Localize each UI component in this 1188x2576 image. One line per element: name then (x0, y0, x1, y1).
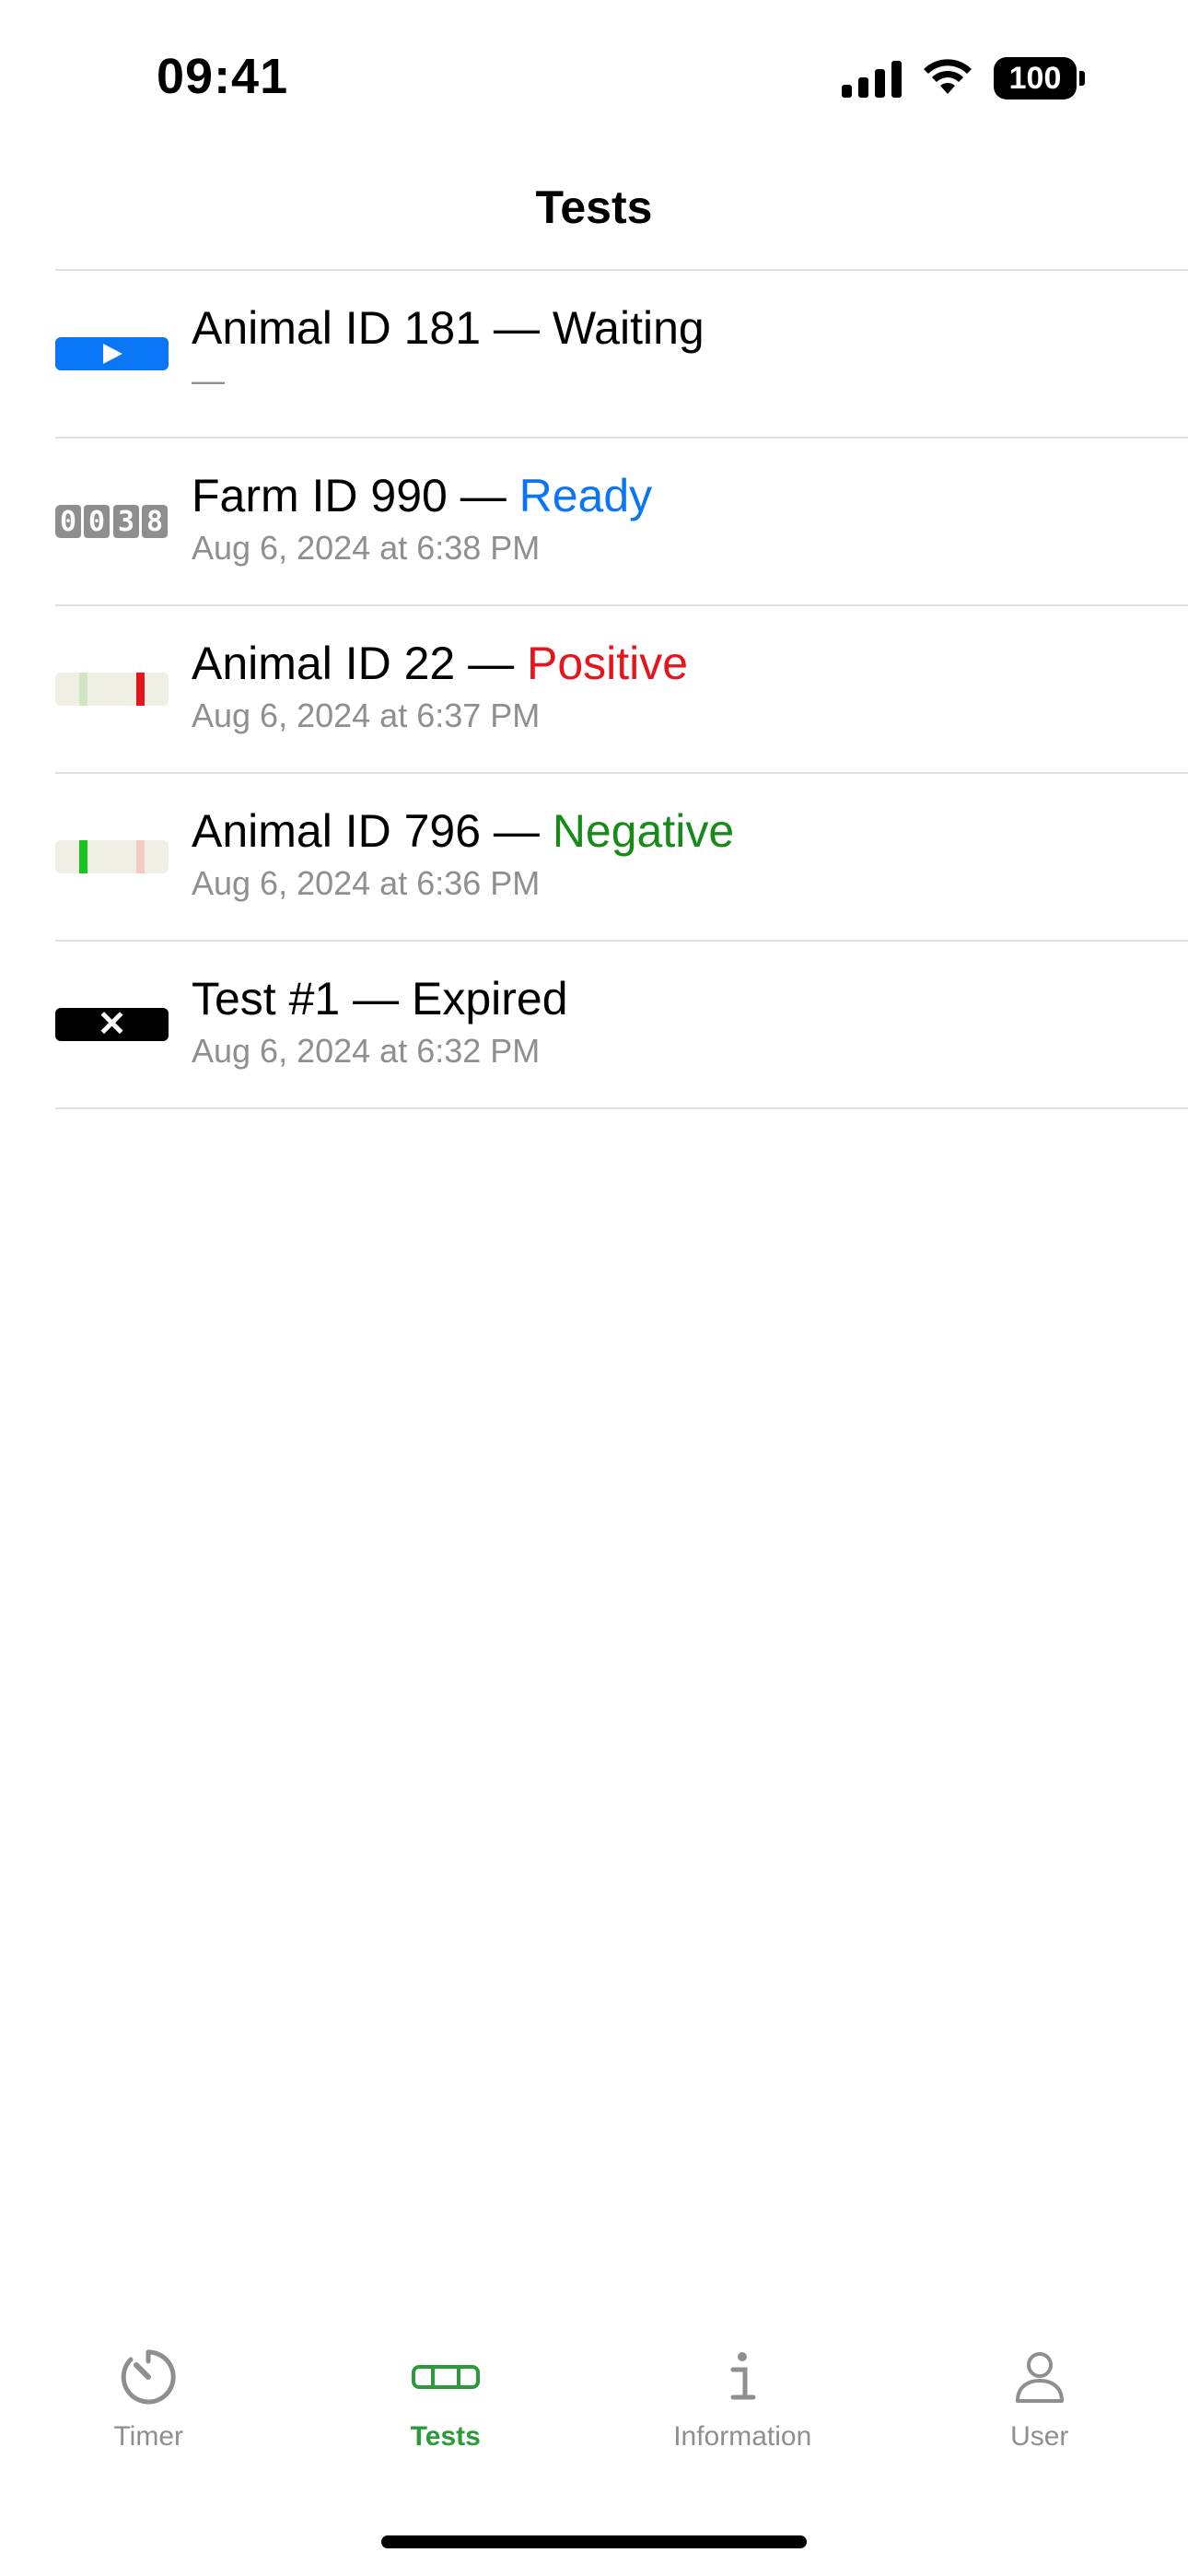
test-title: Animal ID 181 — Waiting (192, 302, 705, 354)
countdown-digit: 0 (55, 505, 81, 538)
test-title: Animal ID 22 — Positive (192, 638, 689, 689)
test-timestamp: — (192, 361, 225, 399)
tab-timer[interactable]: Timer (0, 2340, 297, 2488)
status-label: Waiting (552, 302, 705, 354)
list-item[interactable]: Animal ID 796 — Negative Aug 6, 2024 at … (55, 774, 1188, 942)
test-title: Test #1 — Expired (192, 973, 568, 1025)
tab-label: Information (673, 2421, 812, 2452)
page-title: Tests (535, 181, 653, 233)
test-timestamp: Aug 6, 2024 at 6:38 PM (192, 529, 541, 567)
tab-label: Timer (113, 2421, 184, 2452)
test-title: Farm ID 990 — Ready (192, 470, 653, 521)
person-icon (1014, 2340, 1066, 2414)
play-icon (55, 337, 169, 370)
status-label: Ready (518, 470, 653, 521)
list-item[interactable]: Animal ID 181 — Waiting — (55, 271, 1188, 439)
status-label: Positive (527, 638, 689, 689)
close-icon: ✕ (55, 1008, 169, 1041)
test-timestamp: Aug 6, 2024 at 6:37 PM (192, 697, 541, 734)
list-item[interactable]: 0 0 3 8 Farm ID 990 — Ready Aug 6, 2024 … (55, 439, 1188, 606)
countdown-digit: 0 (84, 505, 110, 538)
countdown-digit: 8 (142, 505, 168, 538)
wifi-icon (924, 59, 972, 94)
tests-list: Animal ID 181 — Waiting — 0 0 3 8 Farm I… (55, 269, 1188, 1109)
home-indicator[interactable] (381, 2535, 807, 2548)
battery-icon: 100 (994, 57, 1085, 100)
test-strip-negative-icon (55, 840, 169, 873)
tab-information[interactable]: Information (594, 2340, 891, 2488)
test-timestamp: Aug 6, 2024 at 6:36 PM (192, 864, 541, 902)
battery-level: 100 (994, 57, 1077, 100)
info-icon (724, 2340, 761, 2414)
tab-bar: Timer Tests Information User (0, 2340, 1188, 2488)
tab-label: User (1010, 2421, 1069, 2452)
status-bar: 09:41 100 (0, 0, 1188, 157)
test-title: Animal ID 796 — Negative (192, 805, 735, 857)
test-timestamp: Aug 6, 2024 at 6:32 PM (192, 1032, 541, 1070)
status-icons: 100 (842, 57, 1085, 100)
countdown-display: 0 0 3 8 (55, 505, 169, 538)
tab-user[interactable]: User (891, 2340, 1188, 2488)
timer-icon (118, 2340, 179, 2414)
list-item[interactable]: Animal ID 22 — Positive Aug 6, 2024 at 6… (55, 606, 1188, 774)
list-item[interactable]: ✕ Test #1 — Expired Aug 6, 2024 at 6:32 … (55, 942, 1188, 1109)
countdown-digit: 3 (113, 505, 139, 538)
tab-tests[interactable]: Tests (297, 2340, 595, 2488)
status-label: Expired (412, 973, 568, 1025)
test-strip-icon (411, 2340, 481, 2414)
status-label: Negative (552, 805, 735, 857)
cellular-signal-icon (842, 59, 902, 98)
status-time: 09:41 (157, 49, 289, 104)
tab-label: Tests (410, 2421, 481, 2452)
test-strip-positive-icon (55, 673, 169, 706)
